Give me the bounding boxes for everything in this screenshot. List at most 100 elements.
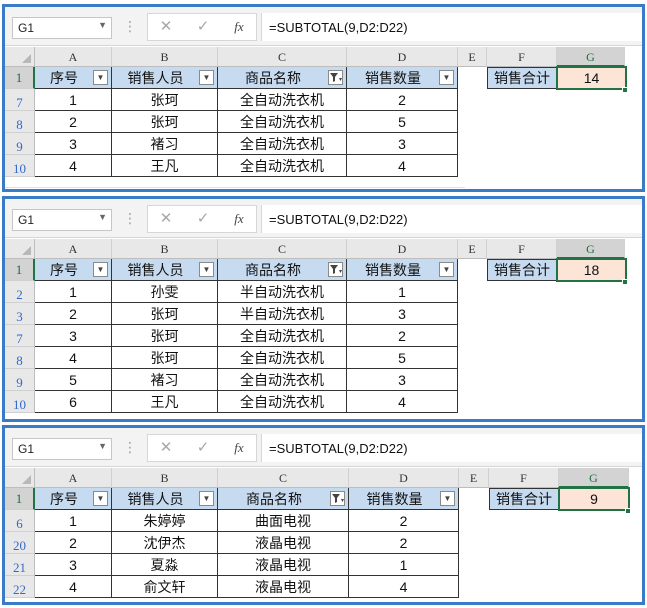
table-cell[interactable]: 全自动洗衣机: [218, 391, 347, 413]
table-cell[interactable]: 曲面电视: [218, 510, 349, 532]
table-cell[interactable]: 4: [35, 347, 112, 369]
table-cell[interactable]: 2: [35, 303, 112, 325]
fill-handle[interactable]: [622, 87, 628, 93]
table-cell[interactable]: 褚习: [112, 133, 218, 155]
filter-dropdown-icon[interactable]: ▼: [439, 70, 454, 85]
table-cell[interactable]: 夏淼: [112, 554, 218, 576]
table-cell[interactable]: 3: [35, 325, 112, 347]
table-cell[interactable]: 全自动洗衣机: [218, 325, 347, 347]
column-header-f[interactable]: F: [487, 239, 557, 259]
chevron-down-icon[interactable]: ▼: [98, 441, 107, 451]
table-cell[interactable]: 3: [35, 133, 112, 155]
formula-input[interactable]: =SUBTOTAL(9,D2:D22): [261, 205, 642, 233]
row-header[interactable]: 9: [5, 369, 35, 391]
formula-input[interactable]: =SUBTOTAL(9,D2:D22): [261, 434, 642, 462]
table-cell[interactable]: 5: [35, 369, 112, 391]
column-header-a[interactable]: A: [35, 47, 112, 67]
column-header-e[interactable]: E: [458, 47, 487, 67]
table-cell[interactable]: 孙雯: [112, 281, 218, 303]
more-options-icon[interactable]: ⋮: [123, 437, 137, 457]
row-header[interactable]: 10: [5, 155, 35, 177]
name-box[interactable]: G1 ▼: [12, 17, 112, 39]
column-header-g[interactable]: G: [557, 239, 625, 259]
row-header[interactable]: 9: [5, 133, 35, 155]
enter-icon[interactable]: ✓: [188, 18, 218, 38]
column-header-b[interactable]: B: [112, 468, 218, 488]
table-cell[interactable]: 2: [347, 89, 458, 111]
cancel-icon[interactable]: ✕: [151, 210, 181, 230]
column-header-g[interactable]: G: [559, 468, 629, 488]
table-cell[interactable]: 半自动洗衣机: [218, 281, 347, 303]
table-cell[interactable]: 全自动洗衣机: [218, 133, 347, 155]
table-cell[interactable]: 1: [347, 281, 458, 303]
select-all-corner[interactable]: [5, 239, 35, 259]
chevron-down-icon[interactable]: ▼: [98, 20, 107, 30]
column-header-d[interactable]: D: [349, 468, 459, 488]
filter-dropdown-icon[interactable]: ▼: [199, 262, 214, 277]
table-cell[interactable]: 4: [35, 576, 112, 598]
total-label-cell[interactable]: 销售合计: [487, 67, 557, 89]
name-box[interactable]: G1 ▼: [12, 438, 112, 460]
total-label-cell[interactable]: 销售合计: [487, 259, 557, 281]
enter-icon[interactable]: ✓: [188, 439, 218, 459]
table-cell[interactable]: 张珂: [112, 325, 218, 347]
table-cell[interactable]: 3: [347, 369, 458, 391]
row-header[interactable]: 21: [5, 554, 35, 576]
table-cell[interactable]: 1: [35, 281, 112, 303]
filter-dropdown-icon[interactable]: ▼: [199, 491, 214, 506]
row-header[interactable]: 8: [5, 347, 35, 369]
column-header-b[interactable]: B: [112, 239, 218, 259]
table-cell[interactable]: 2: [349, 510, 459, 532]
filter-active-icon[interactable]: [330, 491, 345, 506]
table-cell[interactable]: 王凡: [112, 391, 218, 413]
column-header-c[interactable]: C: [218, 239, 347, 259]
table-cell[interactable]: 全自动洗衣机: [218, 369, 347, 391]
table-cell[interactable]: 4: [349, 576, 459, 598]
table-cell[interactable]: 2: [349, 532, 459, 554]
table-cell[interactable]: 2: [35, 111, 112, 133]
table-cell[interactable]: 6: [35, 391, 112, 413]
table-cell[interactable]: 1: [35, 89, 112, 111]
row-header[interactable]: 1: [5, 259, 35, 281]
filter-active-icon[interactable]: [328, 70, 343, 85]
table-cell[interactable]: 液晶电视: [218, 554, 349, 576]
table-cell[interactable]: 王凡: [112, 155, 218, 177]
row-header[interactable]: 1: [5, 488, 35, 510]
cancel-icon[interactable]: ✕: [151, 439, 181, 459]
fill-handle[interactable]: [625, 508, 631, 514]
table-cell[interactable]: 全自动洗衣机: [218, 89, 347, 111]
table-cell[interactable]: 液晶电视: [218, 576, 349, 598]
select-all-corner[interactable]: [5, 468, 35, 488]
row-header[interactable]: 7: [5, 89, 35, 111]
table-cell[interactable]: 2: [347, 325, 458, 347]
table-cell[interactable]: 4: [347, 155, 458, 177]
filter-active-icon[interactable]: [328, 262, 343, 277]
insert-function-icon[interactable]: fx: [224, 210, 254, 230]
column-header-f[interactable]: F: [489, 468, 559, 488]
row-header[interactable]: 22: [5, 576, 35, 598]
table-cell[interactable]: 3: [35, 554, 112, 576]
name-box[interactable]: G1 ▼: [12, 209, 112, 231]
chevron-down-icon[interactable]: ▼: [98, 212, 107, 222]
more-options-icon[interactable]: ⋮: [123, 16, 137, 36]
row-header[interactable]: 10: [5, 391, 35, 413]
filter-dropdown-icon[interactable]: ▼: [93, 70, 108, 85]
table-cell[interactable]: 朱婷婷: [112, 510, 218, 532]
row-header[interactable]: 2: [5, 281, 35, 303]
filter-dropdown-icon[interactable]: ▼: [93, 262, 108, 277]
column-header-e[interactable]: E: [459, 468, 489, 488]
total-label-cell[interactable]: 销售合计: [489, 488, 559, 510]
table-cell[interactable]: 全自动洗衣机: [218, 111, 347, 133]
filter-dropdown-icon[interactable]: ▼: [439, 262, 454, 277]
table-cell[interactable]: 1: [35, 510, 112, 532]
table-cell[interactable]: 4: [35, 155, 112, 177]
insert-function-icon[interactable]: fx: [224, 18, 254, 38]
table-cell[interactable]: 1: [349, 554, 459, 576]
table-cell[interactable]: 3: [347, 303, 458, 325]
column-header-a[interactable]: A: [35, 239, 112, 259]
table-cell[interactable]: 4: [347, 391, 458, 413]
fill-handle[interactable]: [622, 279, 628, 285]
column-header-e[interactable]: E: [458, 239, 487, 259]
column-header-g[interactable]: G: [557, 47, 625, 67]
insert-function-icon[interactable]: fx: [224, 439, 254, 459]
